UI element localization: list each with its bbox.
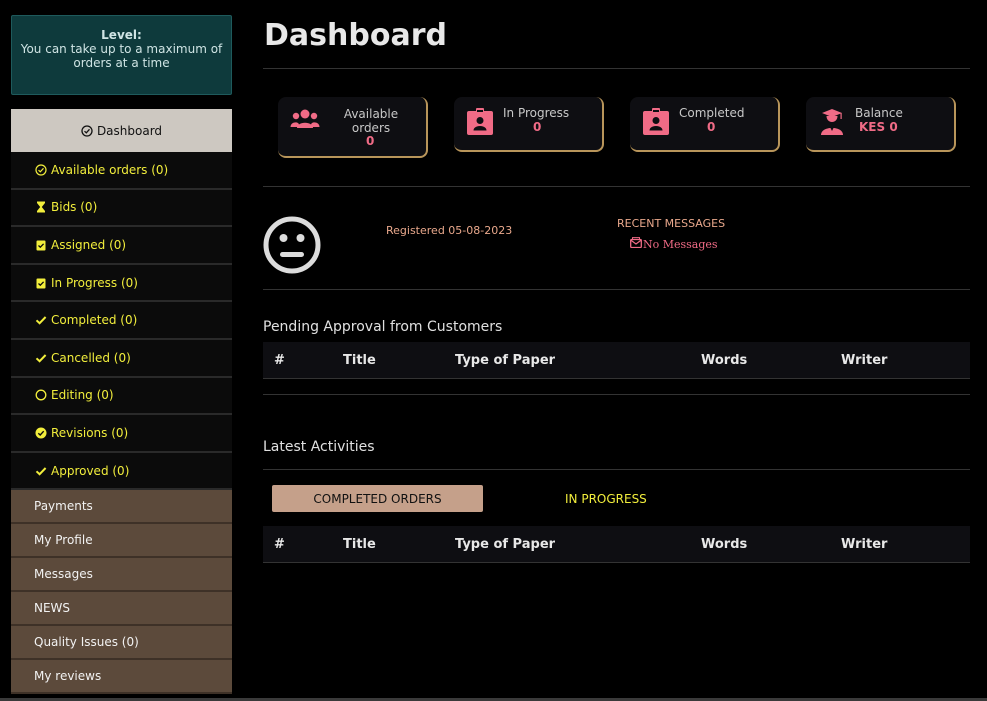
stat-card-label: Balance xyxy=(855,106,903,120)
stat-card-value: 0 xyxy=(533,120,542,134)
column-header: Title xyxy=(343,353,376,368)
stat-card-label: In Progress xyxy=(503,106,570,120)
check-circle-icon xyxy=(35,164,47,176)
sidebar-link-payments[interactable]: Payments xyxy=(11,490,232,525)
check-icon xyxy=(35,465,47,477)
sidebar-item-label: Dashboard xyxy=(96,123,163,138)
sidebar-item-label: Assigned (0) xyxy=(51,237,127,252)
sidebar-item-available-orders[interactable]: Available orders (0) xyxy=(11,152,232,190)
sidebar-link-news[interactable]: NEWS xyxy=(11,592,232,627)
check-icon xyxy=(35,314,47,326)
sidebar-item-label: Completed (0) xyxy=(51,313,138,328)
sidebar-item-editing[interactable]: Editing (0) xyxy=(11,377,232,416)
column-header: # xyxy=(274,537,285,552)
sidebar-link-label: My Profile xyxy=(34,533,93,548)
stat-card-in-progress[interactable]: In Progress 0 xyxy=(454,97,604,152)
column-header: # xyxy=(274,353,285,368)
id-badge-icon xyxy=(466,108,496,136)
sidebar-link-messages[interactable]: Messages xyxy=(11,558,232,593)
column-header: Writer xyxy=(841,537,888,552)
sidebar-item-label: Revisions (0) xyxy=(51,425,129,440)
id-badge-icon xyxy=(642,108,672,136)
no-messages-label: No Messages xyxy=(643,237,718,251)
divider xyxy=(263,469,970,470)
level-title: Level: xyxy=(101,28,142,42)
sidebar-item-bids[interactable]: Bids (0) xyxy=(11,189,232,228)
sidebar-item-label: Approved (0) xyxy=(51,463,130,478)
column-header: Writer xyxy=(841,353,888,368)
no-messages-link[interactable]: No Messages xyxy=(630,237,718,251)
clipboard-check-icon xyxy=(35,239,47,251)
sidebar-item-dashboard[interactable]: Dashboard xyxy=(11,109,232,152)
sidebar-item-label: Bids (0) xyxy=(51,200,98,215)
neutral-face-icon xyxy=(263,216,321,274)
level-info-box: Level: You can take up to a maximum of o… xyxy=(11,15,232,95)
sidebar-item-label: Cancelled (0) xyxy=(51,350,131,365)
stat-card-completed[interactable]: Completed 0 xyxy=(630,97,780,152)
sidebar-link-label: Payments xyxy=(34,499,93,514)
sidebar-item-assigned[interactable]: Assigned (0) xyxy=(11,227,232,265)
sidebar-item-approved[interactable]: Approved (0) xyxy=(11,452,232,491)
hourglass-icon xyxy=(35,201,47,213)
sidebar-item-label: Editing (0) xyxy=(51,388,114,403)
clipboard-check-icon xyxy=(35,277,47,289)
pending-table-header: # Title Type of Paper Words Writer xyxy=(263,342,970,379)
registered-date: Registered 05-08-2023 xyxy=(386,224,513,237)
sidebar-item-label: In Progress (0) xyxy=(51,275,138,290)
circle-icon xyxy=(35,389,47,401)
sidebar-link-label: Quality Issues (0) xyxy=(34,635,139,650)
check-circle-icon xyxy=(81,124,93,137)
pending-approval-heading: Pending Approval from Customers xyxy=(263,319,503,335)
sidebar-item-completed[interactable]: Completed (0) xyxy=(11,302,232,340)
check-icon xyxy=(35,352,47,364)
stat-card-value: KES 0 xyxy=(859,120,898,134)
sidebar-item-in-progress[interactable]: In Progress (0) xyxy=(11,264,232,303)
stat-card-label: Completed xyxy=(679,106,745,120)
graduate-user-icon xyxy=(818,108,848,136)
divider xyxy=(263,394,970,395)
sidebar-link-label: Messages xyxy=(34,567,93,582)
sidebar-link-label: NEWS xyxy=(34,601,71,616)
sidebar-item-label: Available orders (0) xyxy=(51,162,169,177)
column-header: Words xyxy=(701,353,748,368)
column-header: Words xyxy=(701,537,748,552)
tab-completed-orders[interactable]: COMPLETED ORDERS xyxy=(272,485,483,512)
divider xyxy=(263,186,970,187)
recent-messages-heading: RECENT MESSAGES xyxy=(617,217,726,230)
check-circle-filled-icon xyxy=(35,427,47,439)
users-icon xyxy=(290,108,320,136)
page-title: Dashboard xyxy=(264,18,447,53)
stat-card-value: 0 xyxy=(366,134,375,148)
latest-activities-heading: Latest Activities xyxy=(263,439,375,455)
column-header: Type of Paper xyxy=(455,353,556,368)
activities-table-header: # Title Type of Paper Words Writer xyxy=(263,526,970,563)
sidebar-link-quality-issues[interactable]: Quality Issues (0) xyxy=(11,626,232,661)
stat-card-balance[interactable]: Balance KES 0 xyxy=(806,97,956,152)
divider xyxy=(263,68,970,69)
column-header: Title xyxy=(343,537,376,552)
sidebar-nav: Dashboard Available orders (0) Bids (0) … xyxy=(11,109,232,695)
level-text: You can take up to a maximum of orders a… xyxy=(20,42,223,70)
sidebar-item-cancelled[interactable]: Cancelled (0) xyxy=(11,339,232,378)
stat-card-label: Available orders xyxy=(343,107,399,135)
column-header: Type of Paper xyxy=(455,537,556,552)
stat-card-value: 0 xyxy=(707,120,716,134)
tab-in-progress[interactable]: IN PROGRESS xyxy=(565,492,647,506)
envelope-icon xyxy=(630,237,642,251)
sidebar-link-my-reviews[interactable]: My reviews xyxy=(11,660,232,695)
stat-card-available-orders[interactable]: Available orders 0 xyxy=(278,97,428,158)
sidebar-link-my-profile[interactable]: My Profile xyxy=(11,524,232,559)
divider xyxy=(263,289,970,290)
sidebar-link-label: My reviews xyxy=(34,669,102,684)
sidebar-item-revisions[interactable]: Revisions (0) xyxy=(11,415,232,453)
